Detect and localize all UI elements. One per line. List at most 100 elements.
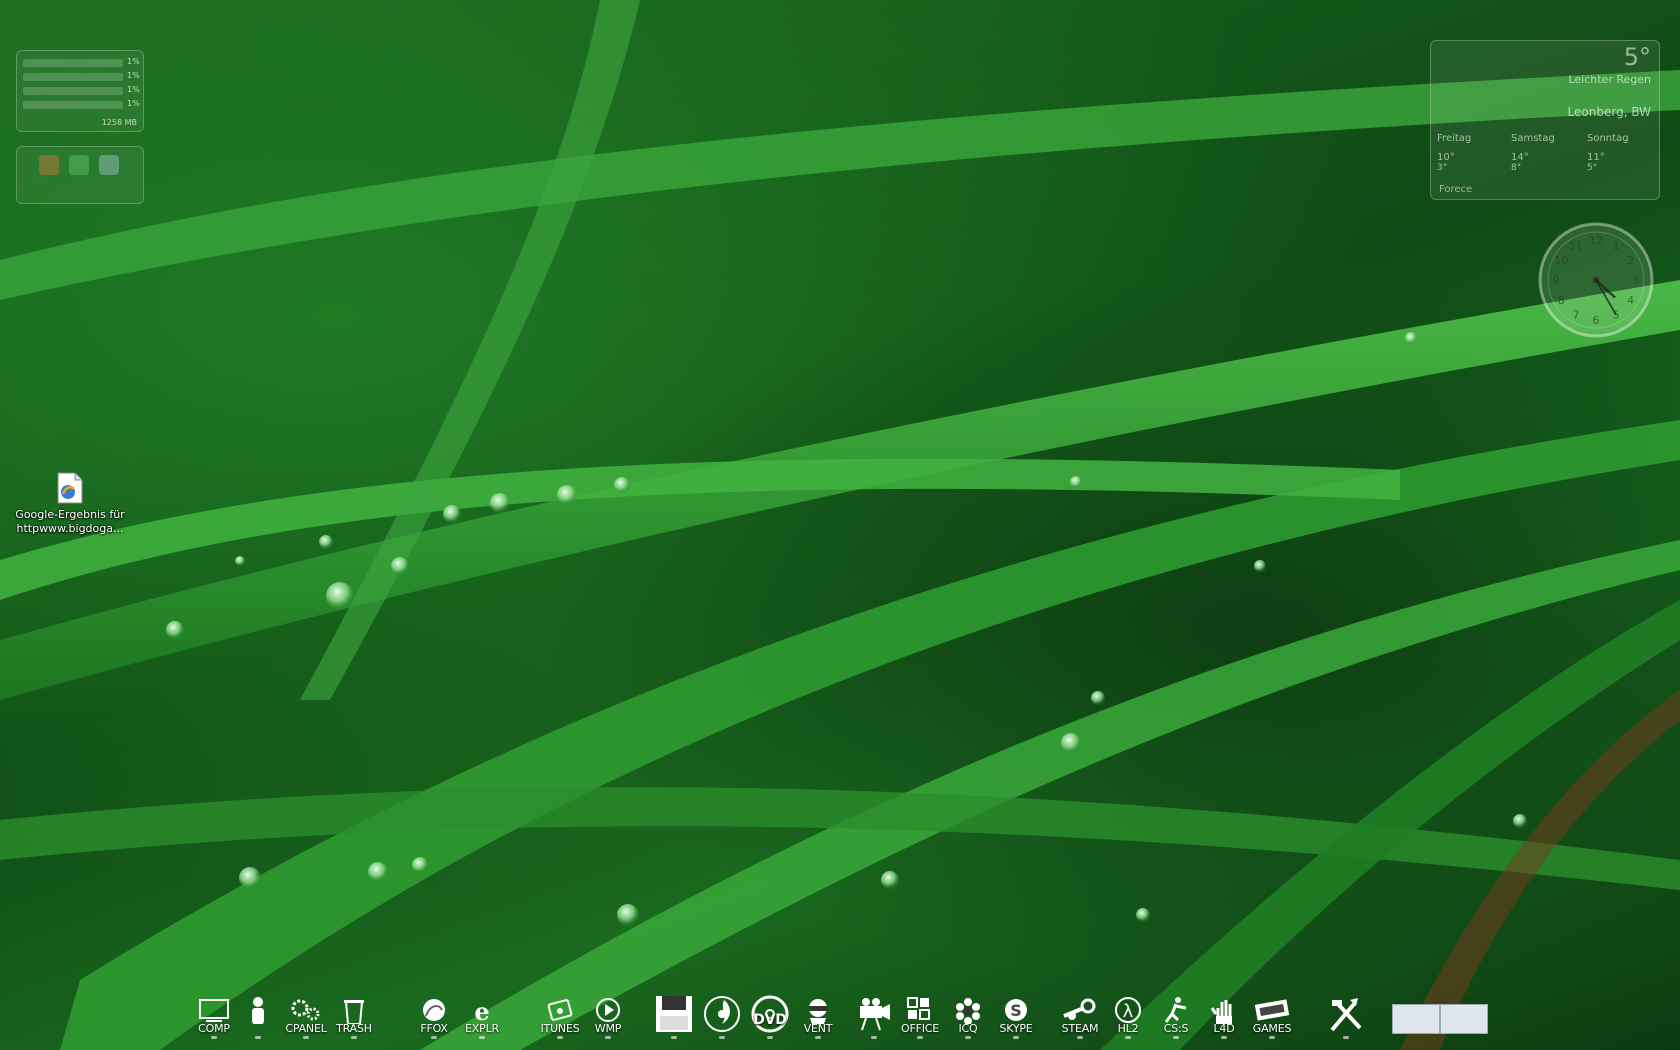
lambda-icon: λ <box>1115 997 1141 1023</box>
dock-item-media-player[interactable]: WMP <box>584 992 632 1040</box>
weather-temperature: 5° <box>1623 43 1651 71</box>
cpu-core-percent: 1% <box>127 99 140 108</box>
office-icon <box>907 997 930 1020</box>
running-indicator <box>211 1036 217 1039</box>
weather-source-link[interactable]: Forece <box>1439 184 1472 195</box>
dock-item-ventrilo[interactable]: VENT <box>794 992 842 1040</box>
cpu-core-percent: 1% <box>127 85 140 94</box>
running-indicator <box>671 1036 677 1039</box>
dock-item-trash[interactable]: TRASH <box>330 992 378 1040</box>
clock-numeral: 1 <box>1613 239 1620 252</box>
clock-numeral: 8 <box>1558 294 1565 307</box>
firefox-icon <box>423 999 445 1021</box>
clock-numeral: 10 <box>1554 254 1568 267</box>
running-indicator <box>303 1036 309 1039</box>
media-player-icon <box>596 998 620 1022</box>
running-indicator <box>1077 1036 1083 1039</box>
clock-numeral: 12 <box>1589 234 1603 247</box>
clock-numeral: 9 <box>1553 274 1560 287</box>
cpu-core-bar <box>23 59 123 67</box>
dock-item-label: EXPLR <box>465 1022 499 1035</box>
left4dead-hand-icon <box>1210 1000 1232 1024</box>
ie-icon: e <box>474 997 489 1024</box>
dock-item-games[interactable]: GAMES <box>1248 992 1296 1040</box>
cpu-core-percent: 1% <box>127 71 140 80</box>
running-indicator <box>431 1036 437 1039</box>
forecast-low: 5° <box>1587 163 1598 173</box>
window-thumbnail[interactable] <box>1392 1004 1440 1034</box>
forecast-day-name: Samstag <box>1511 133 1555 144</box>
weather-gadget[interactable]: 5° Leichter Regen Leonberg, BW Freitag 1… <box>1430 40 1660 200</box>
running-indicator <box>1125 1036 1131 1039</box>
desktop-shortcut[interactable]: Google-Ergebnis für httpwww.bigdoga... <box>10 472 130 536</box>
clock-numeral: 3 <box>1633 274 1640 287</box>
dock-item-label: TRASH <box>336 1022 372 1035</box>
dock-item-tools[interactable] <box>1322 992 1370 1040</box>
cpu-meter-gadget[interactable]: 1% 1% 1% 1% 1258 MB <box>16 50 144 132</box>
forecast-day-name: Sonntag <box>1587 133 1629 144</box>
dock-item-label: SKYPE <box>999 1022 1033 1035</box>
rocketdock: COMP CPANEL TRASH FFOX e EXPLR ITUNES WMP DVD VEN… <box>190 992 1510 1040</box>
forecast-day-name: Freitag <box>1437 133 1472 144</box>
svg-text:e: e <box>474 997 489 1024</box>
ventrilo-icon <box>809 999 827 1024</box>
clock-numeral: 6 <box>1593 314 1600 327</box>
dock-item-label: VENT <box>803 1022 833 1035</box>
running-indicator <box>255 1036 261 1039</box>
html-file-icon <box>57 472 83 504</box>
clock-numeral: 11 <box>1569 239 1583 252</box>
dock-item-label: WMP <box>594 1022 622 1035</box>
running-indicator <box>1221 1036 1227 1039</box>
window-preview-thumbnails[interactable] <box>1392 1004 1488 1034</box>
tools-icon <box>1330 998 1362 1032</box>
window-icon[interactable] <box>99 155 119 175</box>
forecast-low: 8° <box>1511 163 1522 173</box>
running-indicator <box>605 1036 611 1039</box>
skype-icon: S <box>1005 999 1027 1021</box>
running-indicator <box>767 1036 773 1039</box>
floppy-icon <box>656 996 692 1032</box>
weather-condition: Leichter Regen <box>1568 73 1651 86</box>
dock-item-ie[interactable]: e EXPLR <box>458 992 506 1040</box>
running-indicator <box>965 1036 971 1039</box>
counter-strike-icon <box>1164 997 1187 1023</box>
power-icon[interactable] <box>39 155 59 175</box>
forecast-day: Samstag 14° 8° <box>1511 133 1581 173</box>
trash-icon <box>344 1000 364 1024</box>
cpu-core-bar <box>23 87 123 95</box>
running-indicator <box>815 1036 821 1039</box>
analog-clock-gadget[interactable]: 1234567891011 12 <box>1536 220 1656 340</box>
running-indicator <box>351 1036 357 1039</box>
quick-tray-gadget[interactable] <box>16 146 144 204</box>
forecast-day: Freitag 10° 3° <box>1437 133 1507 173</box>
games-icon <box>1254 999 1290 1021</box>
dock-item-skype[interactable]: S SKYPE <box>992 992 1040 1040</box>
forecast-day: Sonntag 11° 5° <box>1587 133 1657 173</box>
dock-item-label: GAMES <box>1252 1022 1292 1035</box>
clock-numeral: 4 <box>1627 294 1634 307</box>
svg-text:λ: λ <box>1123 1001 1134 1022</box>
dock-item-computer[interactable]: COMP <box>190 992 238 1040</box>
cpu-core-bar <box>23 73 123 81</box>
memory-usage: 1258 MB <box>101 118 137 127</box>
shortcut-label-line2: httpwww.bigdoga... <box>16 522 124 535</box>
svg-text:S: S <box>1010 1001 1022 1020</box>
weather-location: Leonberg, BW <box>1567 105 1651 119</box>
steam-icon <box>1063 998 1096 1020</box>
forecast-high: 10° <box>1437 152 1455 163</box>
running-indicator <box>557 1036 563 1039</box>
icq-flower-icon <box>956 998 980 1024</box>
settings-icon[interactable] <box>69 155 89 175</box>
grass-wallpaper <box>0 0 1680 1050</box>
running-indicator <box>479 1036 485 1039</box>
window-thumbnail[interactable] <box>1440 1004 1488 1034</box>
computer-icon <box>199 999 229 1022</box>
itunes-icon <box>547 999 573 1021</box>
running-indicator <box>1013 1036 1019 1039</box>
running-indicator <box>719 1036 725 1039</box>
gears-icon <box>291 999 320 1021</box>
dock-item-floppy[interactable] <box>650 992 698 1040</box>
running-indicator <box>1173 1036 1179 1039</box>
cpu-core-bar <box>23 101 123 109</box>
cpu-core-percent: 1% <box>127 57 140 66</box>
